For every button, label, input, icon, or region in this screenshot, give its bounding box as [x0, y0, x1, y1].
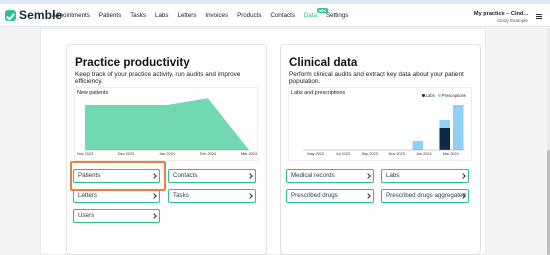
chevron-right-icon	[365, 193, 371, 199]
top-navbar: Semble Appointments Patients Tasks Labs …	[0, 4, 550, 27]
chevron-right-icon	[247, 193, 253, 199]
nav-settings[interactable]: Settings	[326, 12, 348, 19]
x-tick-label: Mar 2024	[443, 152, 459, 156]
x-tick-label: Jul 2023	[336, 152, 350, 156]
labs-prescriptions-svg: May 2023 Jul 2023 Sep 2023 Nov 2023 Jan 2024…	[303, 105, 465, 156]
clinical-card-description: Perform clinical audits and extract key …	[289, 71, 464, 85]
tasks-link-button[interactable]: Tasks	[168, 189, 256, 203]
nav-invoices[interactable]: Invoices	[205, 12, 228, 19]
prescribed-drugs-link-button[interactable]: Prescribed drugs	[286, 189, 374, 203]
new-patients-chart: New patients Nov 2023 Dec 2023 Jan 2024 Feb…	[74, 87, 258, 161]
medical-records-link-label: Medical records	[291, 172, 335, 179]
practice-name: My practice – Cind...	[473, 11, 528, 17]
semble-logo-icon	[5, 9, 16, 21]
letters-link-button[interactable]: Letters	[73, 189, 160, 203]
hamburger-menu-icon[interactable]	[536, 14, 542, 19]
contacts-link-button[interactable]: Contacts	[168, 169, 256, 183]
contacts-link-label: Contacts	[173, 172, 198, 179]
nav-products[interactable]: Products	[237, 12, 261, 19]
chevron-right-icon	[247, 173, 253, 179]
prescribed-drugs-link-label: Prescribed drugs	[291, 192, 338, 199]
nav-appointments[interactable]: Appointments	[52, 12, 90, 19]
nav-contacts[interactable]: Contacts	[271, 12, 295, 19]
nav-patients[interactable]: Patients	[99, 12, 121, 19]
clinical-data-card: Clinical data Perform clinical audits an…	[280, 44, 481, 255]
practice-productivity-card: Practice productivity Keep track of your…	[66, 44, 267, 255]
practice-card-description: Keep track of your practice activity, ru…	[75, 71, 241, 85]
prescribed-drugs-aggregated-link-label: Prescribed drugs aggregated	[386, 192, 466, 199]
labs-link-button[interactable]: Labs	[381, 169, 469, 183]
x-tick-label: Feb 2024	[200, 152, 216, 156]
new-patients-svg: Nov 2023 Dec 2023 Jan 2024 Feb 2024 Mar 2024	[77, 98, 257, 156]
x-tick-label: May 2023	[307, 152, 324, 156]
chevron-right-icon	[151, 193, 157, 199]
medical-records-link-button[interactable]: Medical records	[286, 169, 374, 183]
labs-prescriptions-chart: Labs and prescriptions Labs Prescription…	[288, 87, 472, 161]
nav-labs[interactable]: Labs	[155, 12, 168, 19]
x-tick-label: Sep 2023	[362, 152, 378, 156]
practice-user: Cindy Example	[497, 18, 528, 23]
x-tick-label: Jan 2024	[416, 152, 432, 156]
main-nav: Appointments Patients Tasks Labs Letters…	[52, 8, 357, 19]
prescriptions-bar	[452, 105, 464, 150]
chevron-right-icon	[151, 213, 157, 219]
nav-letters[interactable]: Letters	[177, 12, 196, 19]
labs-link-label: Labs	[386, 172, 400, 179]
tasks-link-label: Tasks	[173, 192, 189, 199]
prescribed-drugs-aggregated-link-button[interactable]: Prescribed drugs aggregated	[381, 189, 469, 203]
nav-data[interactable]: Data NEW	[303, 8, 328, 19]
x-tick-label: Dec 2023	[118, 152, 134, 156]
highlight-box	[70, 161, 166, 191]
practice-card-title: Practice productivity	[75, 56, 190, 69]
labs-bar	[439, 128, 451, 150]
x-tick-label: Nov 2023	[389, 152, 405, 156]
users-link-label: Users	[78, 212, 95, 219]
practice-switcher[interactable]: My practice – Cind... Cindy Example	[474, 11, 528, 23]
new-patients-area	[85, 98, 249, 150]
x-tick-label: Jan 2024	[159, 152, 175, 156]
chevron-right-icon	[365, 173, 371, 179]
prescriptions-bar	[412, 141, 424, 150]
x-tick-label: Nov 2023	[77, 152, 93, 156]
nav-tasks[interactable]: Tasks	[130, 12, 146, 19]
chevron-right-icon	[460, 173, 466, 179]
users-link-button[interactable]: Users	[73, 209, 160, 223]
letters-link-label: Letters	[78, 192, 97, 199]
nav-data-label: Data	[303, 12, 317, 19]
x-tick-label: Mar 2024	[241, 152, 257, 156]
clinical-card-title: Clinical data	[289, 56, 358, 69]
